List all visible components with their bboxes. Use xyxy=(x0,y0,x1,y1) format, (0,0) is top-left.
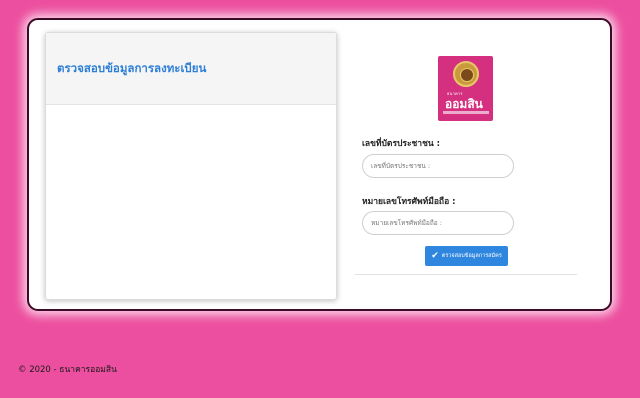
result-panel: ตรวจสอบข้อมูลการลงทะเบียน xyxy=(45,32,337,300)
main-card: ตรวจสอบข้อมูลการลงทะเบียน ธนาคาร ออมสิน … xyxy=(27,18,612,311)
result-panel-title: ตรวจสอบข้อมูลการลงทะเบียน xyxy=(57,60,207,75)
id-card-label: เลขที่บัตรประชาชน : xyxy=(362,139,441,149)
result-panel-header: ตรวจสอบข้อมูลการลงทะเบียน xyxy=(46,33,336,105)
footer-copyright: © 2020 - ธนาคารออมสิน xyxy=(18,365,117,375)
phone-label: หมายเลขโทรศัพท์มือถือ : xyxy=(362,197,456,207)
bank-seal-icon xyxy=(453,61,479,87)
check-registration-button[interactable]: ✔ ตรวจสอบข้อมูลการสมัคร xyxy=(425,246,508,266)
phone-input[interactable] xyxy=(362,211,514,235)
check-registration-button-label: ตรวจสอบข้อมูลการสมัคร xyxy=(441,253,502,259)
gsb-logo: ธนาคาร ออมสิน xyxy=(438,56,493,121)
form-divider xyxy=(355,274,577,275)
id-card-input[interactable] xyxy=(362,154,514,178)
logo-subtitle-bar xyxy=(443,111,489,114)
check-icon: ✔ xyxy=(431,250,439,261)
